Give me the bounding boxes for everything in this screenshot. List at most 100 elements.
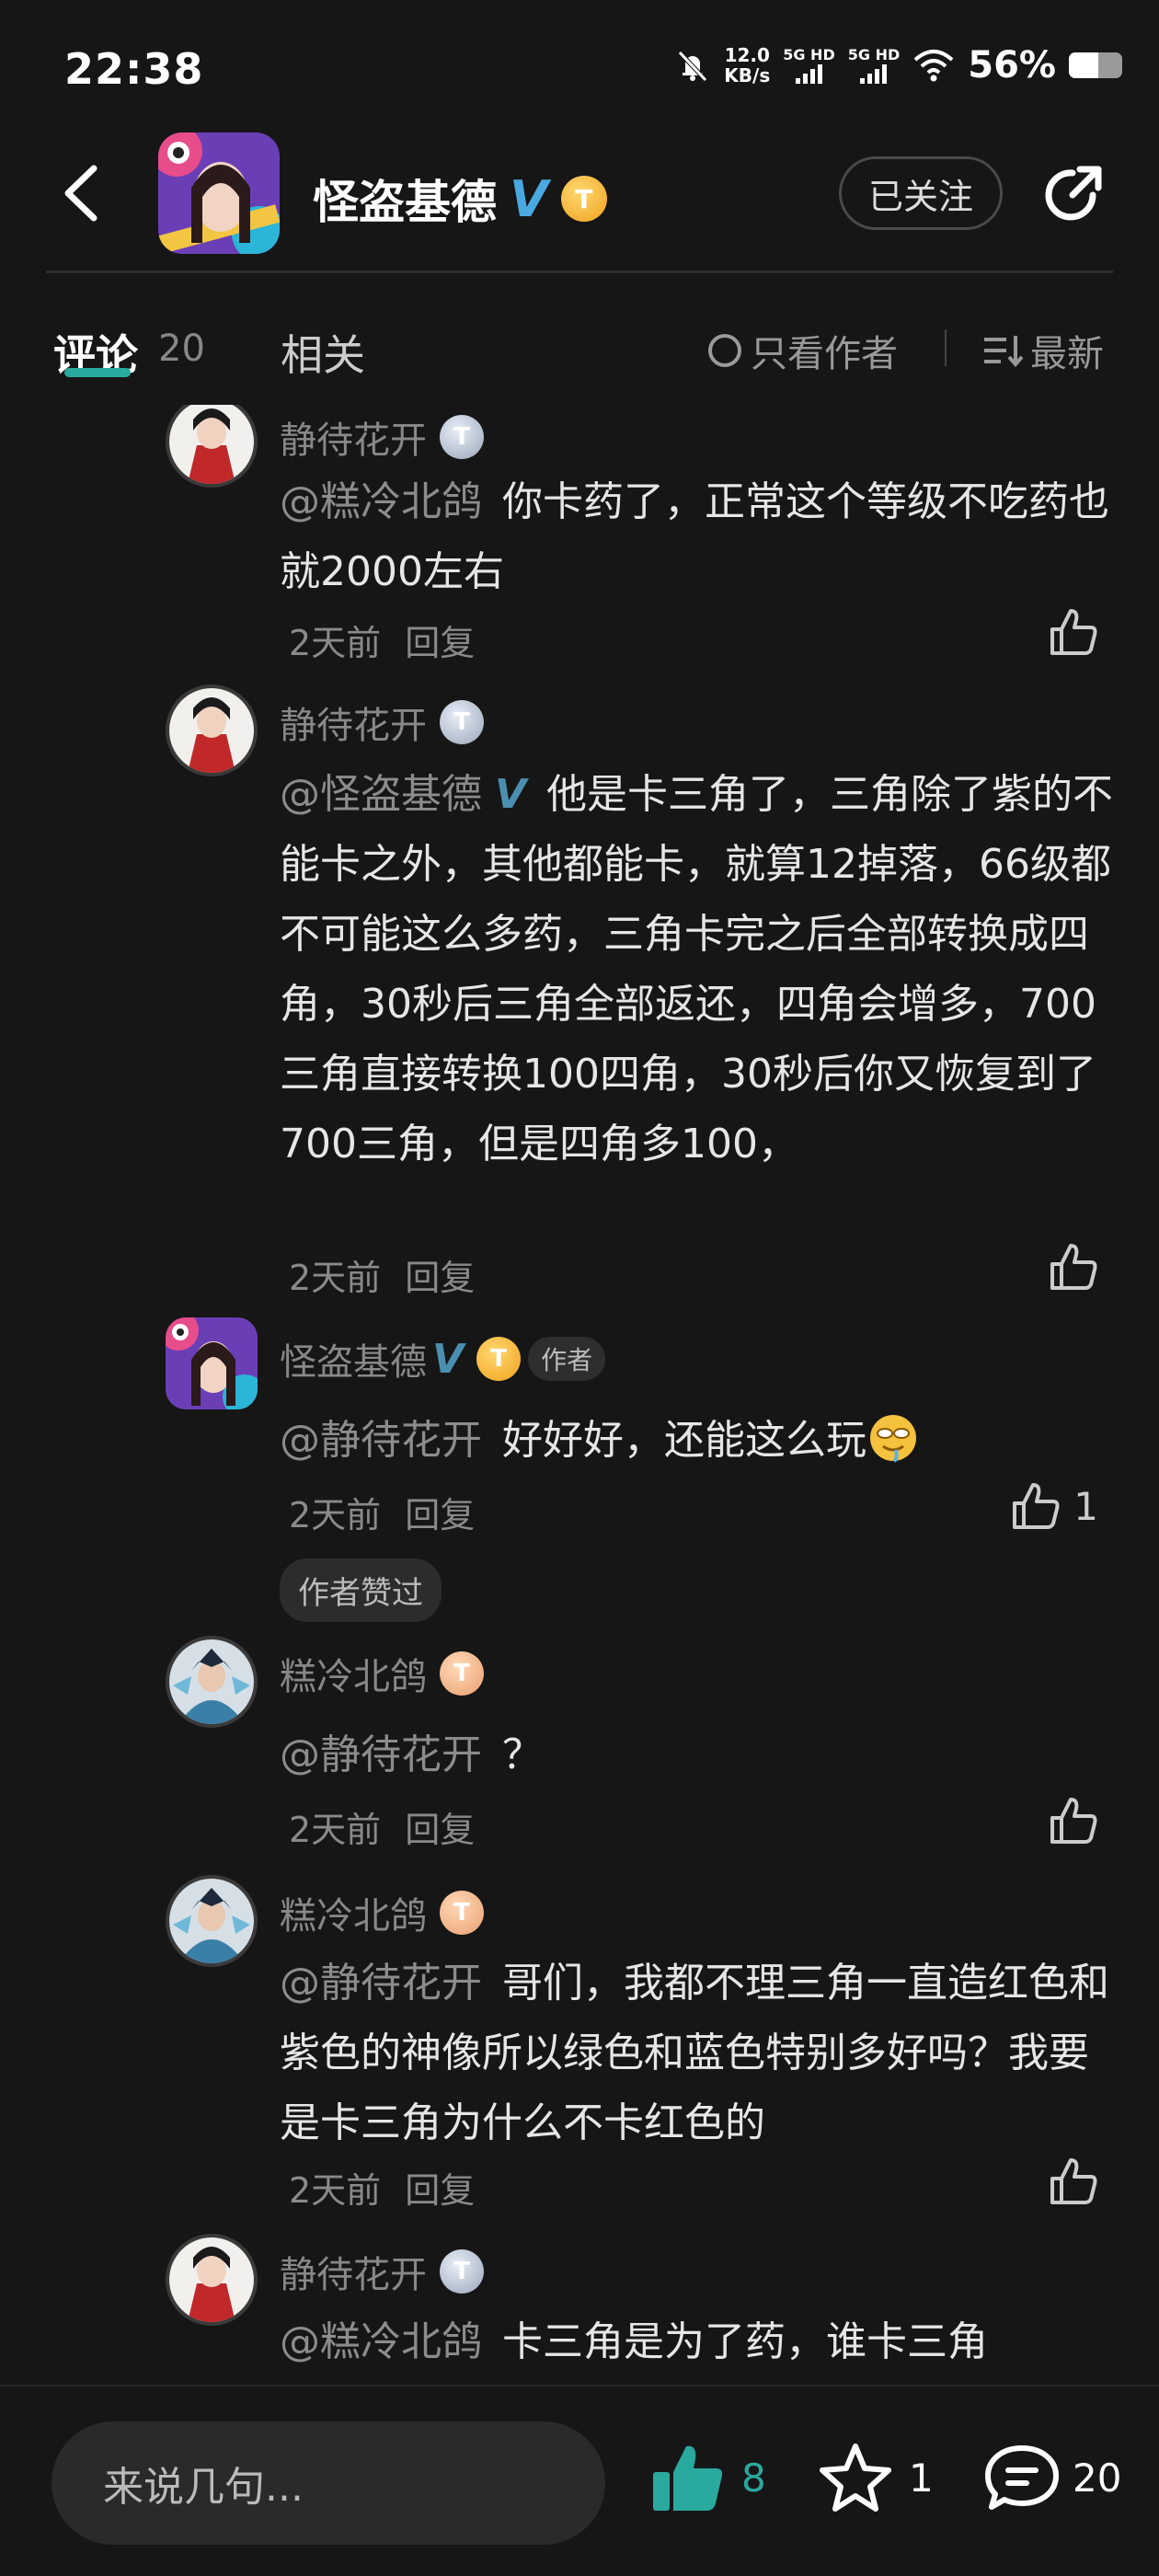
net-speed: 12.0 KB/s [724,44,771,86]
author-only-label: 只看作者 [751,333,898,375]
comment-username[interactable]: 糕冷北鸽 [280,1886,427,1939]
verified-icon: V [432,1335,465,1383]
tab-active-indicator [64,368,131,377]
header-divider [46,270,1113,273]
comment-text[interactable]: @糕冷北鸽 卡三角是为了药，谁卡三角 [280,2307,1117,2377]
comment-username-row: 糕冷北鸽 T [280,1647,484,1700]
reply-button[interactable]: 回复 [405,615,475,665]
tier-badge-icon: T [440,2249,484,2294]
comment-username-row: 静待花开 T [280,696,484,749]
mention-link[interactable]: @怪盗基德 V [280,771,526,818]
comment-text[interactable]: @静待花开？ [280,1720,1117,1790]
signal-bars-icon [860,63,888,84]
comment-text[interactable]: @静待花开 哥们，我都不理三角一直造红色和紫色的神像所以绿色和蓝色特别多好吗？我要… [280,1949,1117,2158]
comments-button[interactable]: 20 [984,2443,1121,2513]
author-liked-badge: 作者赞过 [280,1558,442,1622]
mute-bell-icon [678,51,708,82]
avatar[interactable] [166,1875,258,1967]
reply-button[interactable]: 回复 [405,1487,475,1537]
comment-meta: 2天前 回复 [289,615,475,665]
avatar[interactable] [166,1636,258,1728]
avatar[interactable] [158,132,280,254]
like-button[interactable]: 8 [651,2443,766,2513]
tier-badge-icon: T [560,176,607,222]
comment-time: 2天前 [289,1810,382,1850]
author-tag: 作者 [528,1337,606,1381]
drooling-emoji-icon [870,1415,916,1463]
comment-meta: 2天前 回复 [289,2162,475,2213]
filter-divider [945,329,947,366]
comment-meta: 2天前 回复 [289,1487,475,1537]
comment-time: 2天前 [289,1258,382,1298]
like-count: 1 [1073,1483,1098,1529]
wifi-icon [913,50,954,82]
thumbs-up-icon[interactable] [1049,607,1098,657]
tab-related[interactable]: 相关 [281,322,365,383]
tab-comments-count: 20 [158,328,205,370]
mention-link[interactable]: @静待花开 [280,1417,482,1464]
comment-username[interactable]: 静待花开 [280,696,427,749]
tier-badge-icon: T [440,700,484,744]
author-name: 怪盗基德 [313,176,497,229]
thumbs-up-icon[interactable] [1049,2156,1098,2206]
mention-link[interactable]: @静待花开 [280,1731,482,1778]
comment-text[interactable]: @怪盗基德 V 他是卡三角了，三角除了紫的不能卡之外，其他都能卡，就算12掉落，6… [280,760,1117,1179]
reply-button[interactable]: 回复 [405,1249,475,1300]
bottom-divider [0,2385,1159,2386]
comment-list[interactable]: 静待花开 T @糕冷北鸽 你卡药了，正常这个等级不吃药也就2000左右 2天前 回复… [0,405,1159,2392]
like-button[interactable]: 1 [1011,1481,1098,1531]
battery-icon [1069,52,1122,78]
comment-time: 2天前 [289,623,382,663]
signal-2: 5G HD [848,47,900,84]
favorite-count: 1 [909,2455,934,2501]
star-icon [820,2444,891,2512]
author-only-filter[interactable]: 只看作者 [708,324,898,377]
sort-button[interactable]: 最新 [982,324,1104,377]
comment-username[interactable]: 静待花开 [280,410,427,464]
comment-meta: 2天前 回复 [289,1801,475,1852]
verified-icon: V [495,771,527,818]
comment-count: 20 [1073,2455,1122,2501]
sort-icon [984,336,1023,368]
radio-circle-icon [708,334,741,367]
signal-1: 5G HD [783,47,835,84]
comment-username[interactable]: 静待花开 [280,2245,427,2298]
status-icons: 12.0 KB/s 5G HD 5G HD 56% [674,44,1122,86]
sort-label: 最新 [1030,333,1104,375]
tier-badge-icon: T [440,1651,484,1696]
follow-button[interactable]: 已关注 [839,156,1003,230]
battery-percent: 56% [968,44,1056,86]
reply-button[interactable]: 回复 [405,1801,475,1852]
status-time: 22:38 [64,44,204,94]
thumbs-up-icon[interactable] [1049,1242,1098,1292]
comment-meta: 2天前 回复 [289,1249,475,1300]
avatar[interactable] [166,405,258,488]
reply-button[interactable]: 回复 [405,2162,475,2213]
avatar[interactable] [166,684,258,776]
signal-bars-icon [795,63,822,84]
like-count: 8 [741,2455,766,2501]
verified-icon: V [510,169,548,228]
back-button[interactable] [59,161,105,225]
favorite-button[interactable]: 1 [819,2443,934,2513]
comment-username-row: 糕冷北鸽 T [280,1886,484,1939]
tier-badge-icon: T [476,1337,522,1381]
comment-username[interactable]: 糕冷北鸽 [280,1647,427,1700]
avatar[interactable] [166,2234,258,2326]
comment-time: 2天前 [289,2170,382,2211]
comment-input[interactable]: 来说几句... [52,2421,605,2545]
mention-link[interactable]: @糕冷北鸽 [280,478,482,525]
mention-link[interactable]: @糕冷北鸽 [280,2318,482,2365]
comment-text[interactable]: @静待花开 好好好，还能这么玩 [280,1406,1117,1476]
comment-text[interactable]: @糕冷北鸽 你卡药了，正常这个等级不吃药也就2000左右 [280,467,1117,607]
thumbs-up-icon[interactable] [1049,1796,1098,1846]
tier-badge-icon: T [440,415,484,459]
avatar[interactable] [166,1317,258,1409]
page-title: 怪盗基德 V T [313,166,607,232]
comment-bubble-icon [985,2445,1059,2510]
comment-username[interactable]: 怪盗基德 [280,1332,427,1386]
share-icon[interactable] [1038,160,1107,230]
mention-link[interactable]: @静待花开 [280,1960,482,2007]
comment-username-row: 静待花开 T [280,410,484,464]
thumbs-up-filled-icon [653,2445,723,2511]
